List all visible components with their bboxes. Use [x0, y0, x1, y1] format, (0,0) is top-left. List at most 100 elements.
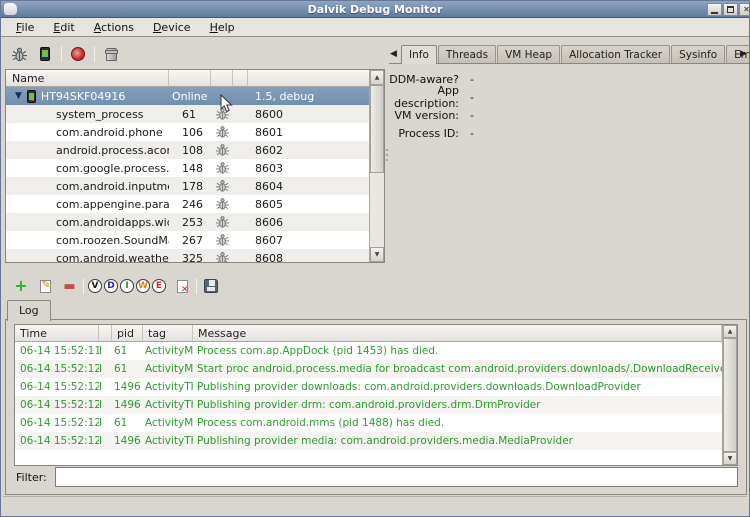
log-notebook: TimepidtagMessage 06-14 15:52:11. I 61 A…	[5, 319, 747, 495]
log-level: I	[99, 417, 112, 429]
log-column-header[interactable]	[99, 325, 112, 342]
tab-scroll-right-icon[interactable]: ▶	[740, 49, 749, 59]
info-fields: DDM-aware? - App description: - VM versi…	[389, 70, 750, 142]
process-name: com.roozen.SoundManage	[6, 234, 169, 247]
scrollbar-thumb[interactable]	[723, 338, 737, 452]
log-level-button[interactable]: I	[120, 279, 134, 293]
menu-item[interactable]: Actions	[88, 19, 140, 36]
delete-filter-button[interactable]: ▬	[59, 276, 79, 296]
debug-process-button[interactable]	[9, 44, 29, 64]
window-title: Dalvik Debug Monitor	[1, 3, 749, 16]
stop-process-button[interactable]	[68, 44, 88, 64]
field-value: -	[470, 91, 474, 104]
debuggable-icon	[216, 179, 229, 193]
process-row[interactable]: com.android.phone 106	[6, 123, 370, 141]
column-header-name[interactable]: Name	[6, 70, 169, 87]
scroll-down-icon[interactable]: ▼	[723, 452, 737, 465]
column-header-debug[interactable]	[211, 70, 233, 87]
field-value: -	[470, 73, 474, 86]
log-row[interactable]: 06-14 15:52:12. I 1496 ActivityTh Publis…	[15, 378, 722, 396]
device-build: 1.5, debug	[248, 90, 370, 103]
info-panel: ◀ ▶ InfoThreadsVM HeapAllocation Tracker…	[389, 37, 750, 267]
process-row[interactable]: com.appengine.paranoid_ 246	[6, 195, 370, 213]
expander-icon[interactable]: ▼	[15, 92, 22, 101]
column-header-blank[interactable]	[233, 70, 248, 87]
add-filter-button[interactable]: +	[11, 276, 31, 296]
panel-sash[interactable]	[385, 149, 389, 163]
menu-item[interactable]: Device	[147, 19, 197, 36]
mouse-cursor	[220, 94, 233, 113]
process-row[interactable]: com.android.inputmethod 178	[6, 177, 370, 195]
process-row[interactable]: com.android.weather.sync 325	[6, 249, 370, 262]
info-field-row: Process ID: -	[389, 124, 750, 142]
close-button[interactable]: ✕	[739, 3, 750, 16]
scrollbar-thumb[interactable]	[370, 85, 384, 173]
log-column-header[interactable]: pid	[112, 325, 143, 342]
log-column-header[interactable]: Message	[193, 325, 722, 342]
minimize-button[interactable]	[707, 3, 722, 16]
info-tab[interactable]: VM Heap	[497, 45, 560, 63]
log-tag: ActivityTh	[143, 381, 193, 393]
log-message: Process com.ap.AppDock (pid 1453) has di…	[193, 345, 722, 357]
log-level-button[interactable]: V	[88, 279, 102, 293]
menu-item[interactable]: Help	[204, 19, 241, 36]
scroll-up-icon[interactable]: ▲	[370, 70, 384, 85]
tree-body: ▼ HT94SKF04916 Online 1.5, debug system_…	[6, 87, 370, 262]
menu-item[interactable]: Edit	[47, 19, 80, 36]
log-column-header[interactable]: Time	[15, 325, 99, 342]
scroll-up-icon[interactable]: ▲	[723, 325, 737, 338]
debuggable-icon	[216, 143, 229, 157]
process-pid: 61	[169, 108, 211, 121]
log-level-button[interactable]: E	[152, 279, 166, 293]
menubar: File Edit Actions Device Help	[1, 18, 749, 37]
cause-gc-button[interactable]	[101, 44, 121, 64]
log-pid: 61	[112, 345, 143, 357]
log-row[interactable]: 06-14 15:52:11. I 61 ActivityMa Process …	[15, 342, 722, 360]
log-level-button[interactable]: W	[136, 279, 150, 293]
process-row[interactable]: com.roozen.SoundManage 267	[6, 231, 370, 249]
toolbar-separator	[196, 278, 197, 294]
edit-filter-button[interactable]: ✎	[35, 276, 55, 296]
clear-log-button[interactable]: ✕	[172, 276, 192, 296]
log-row[interactable]: 06-14 15:52:12. I 1496 ActivityTh Publis…	[15, 432, 722, 450]
update-heap-button[interactable]	[35, 44, 55, 64]
process-pid: 108	[169, 144, 211, 157]
titlebar[interactable]: Dalvik Debug Monitor ✕	[1, 1, 749, 18]
log-scrollbar[interactable]: ▲ ▼	[722, 325, 737, 465]
tree-scrollbar[interactable]: ▲ ▼	[369, 70, 384, 262]
process-row[interactable]: android.process.acore 108	[6, 141, 370, 159]
filter-input[interactable]	[55, 467, 738, 487]
add-filter-icon: +	[14, 279, 27, 293]
log-row[interactable]: 06-14 15:52:12. I 61 ActivityMa Process …	[15, 414, 722, 432]
toolbar-separator	[83, 278, 84, 294]
device-row[interactable]: ▼ HT94SKF04916 Online 1.5, debug	[6, 87, 370, 105]
log-message: Process com.android.mms (pid 1488) has d…	[193, 417, 722, 429]
process-row[interactable]: com.androidapps.widget.b 253	[6, 213, 370, 231]
tab-scroll-left-icon[interactable]: ◀	[390, 49, 399, 59]
info-tab[interactable]: Sysinfo	[671, 45, 725, 63]
log-row[interactable]: 06-14 15:52:12. I 1496 ActivityTh Publis…	[15, 396, 722, 414]
menu-item[interactable]: File	[10, 19, 40, 36]
tab-log[interactable]: Log	[7, 300, 51, 321]
process-port: 8608	[248, 252, 370, 263]
log-level-button[interactable]: D	[104, 279, 118, 293]
field-label: App description:	[389, 84, 459, 110]
scroll-down-icon[interactable]: ▼	[370, 247, 384, 262]
column-header-port[interactable]	[248, 70, 370, 87]
process-name: com.android.inputmethod	[6, 180, 169, 193]
process-port: 8601	[248, 126, 370, 139]
save-log-button[interactable]	[201, 276, 221, 296]
log-row[interactable]: 06-14 15:52:12. I 61 ActivityMa Start pr…	[15, 360, 722, 378]
column-header-pid[interactable]	[169, 70, 211, 87]
process-row[interactable]: com.google.process.gapps 148	[6, 159, 370, 177]
process-row[interactable]: system_process 61	[6, 105, 370, 123]
process-pid: 253	[169, 216, 211, 229]
info-tab[interactable]: Allocation Tracker	[561, 45, 670, 63]
info-tab[interactable]: Threads	[438, 45, 496, 63]
log-time: 06-14 15:52:12.	[15, 381, 99, 393]
maximize-button[interactable]	[723, 3, 738, 16]
log-column-header[interactable]: tag	[143, 325, 193, 342]
info-tab[interactable]: Info	[401, 45, 437, 64]
log-time: 06-14 15:52:11.	[15, 345, 99, 357]
log-tag: ActivityMa	[143, 345, 193, 357]
